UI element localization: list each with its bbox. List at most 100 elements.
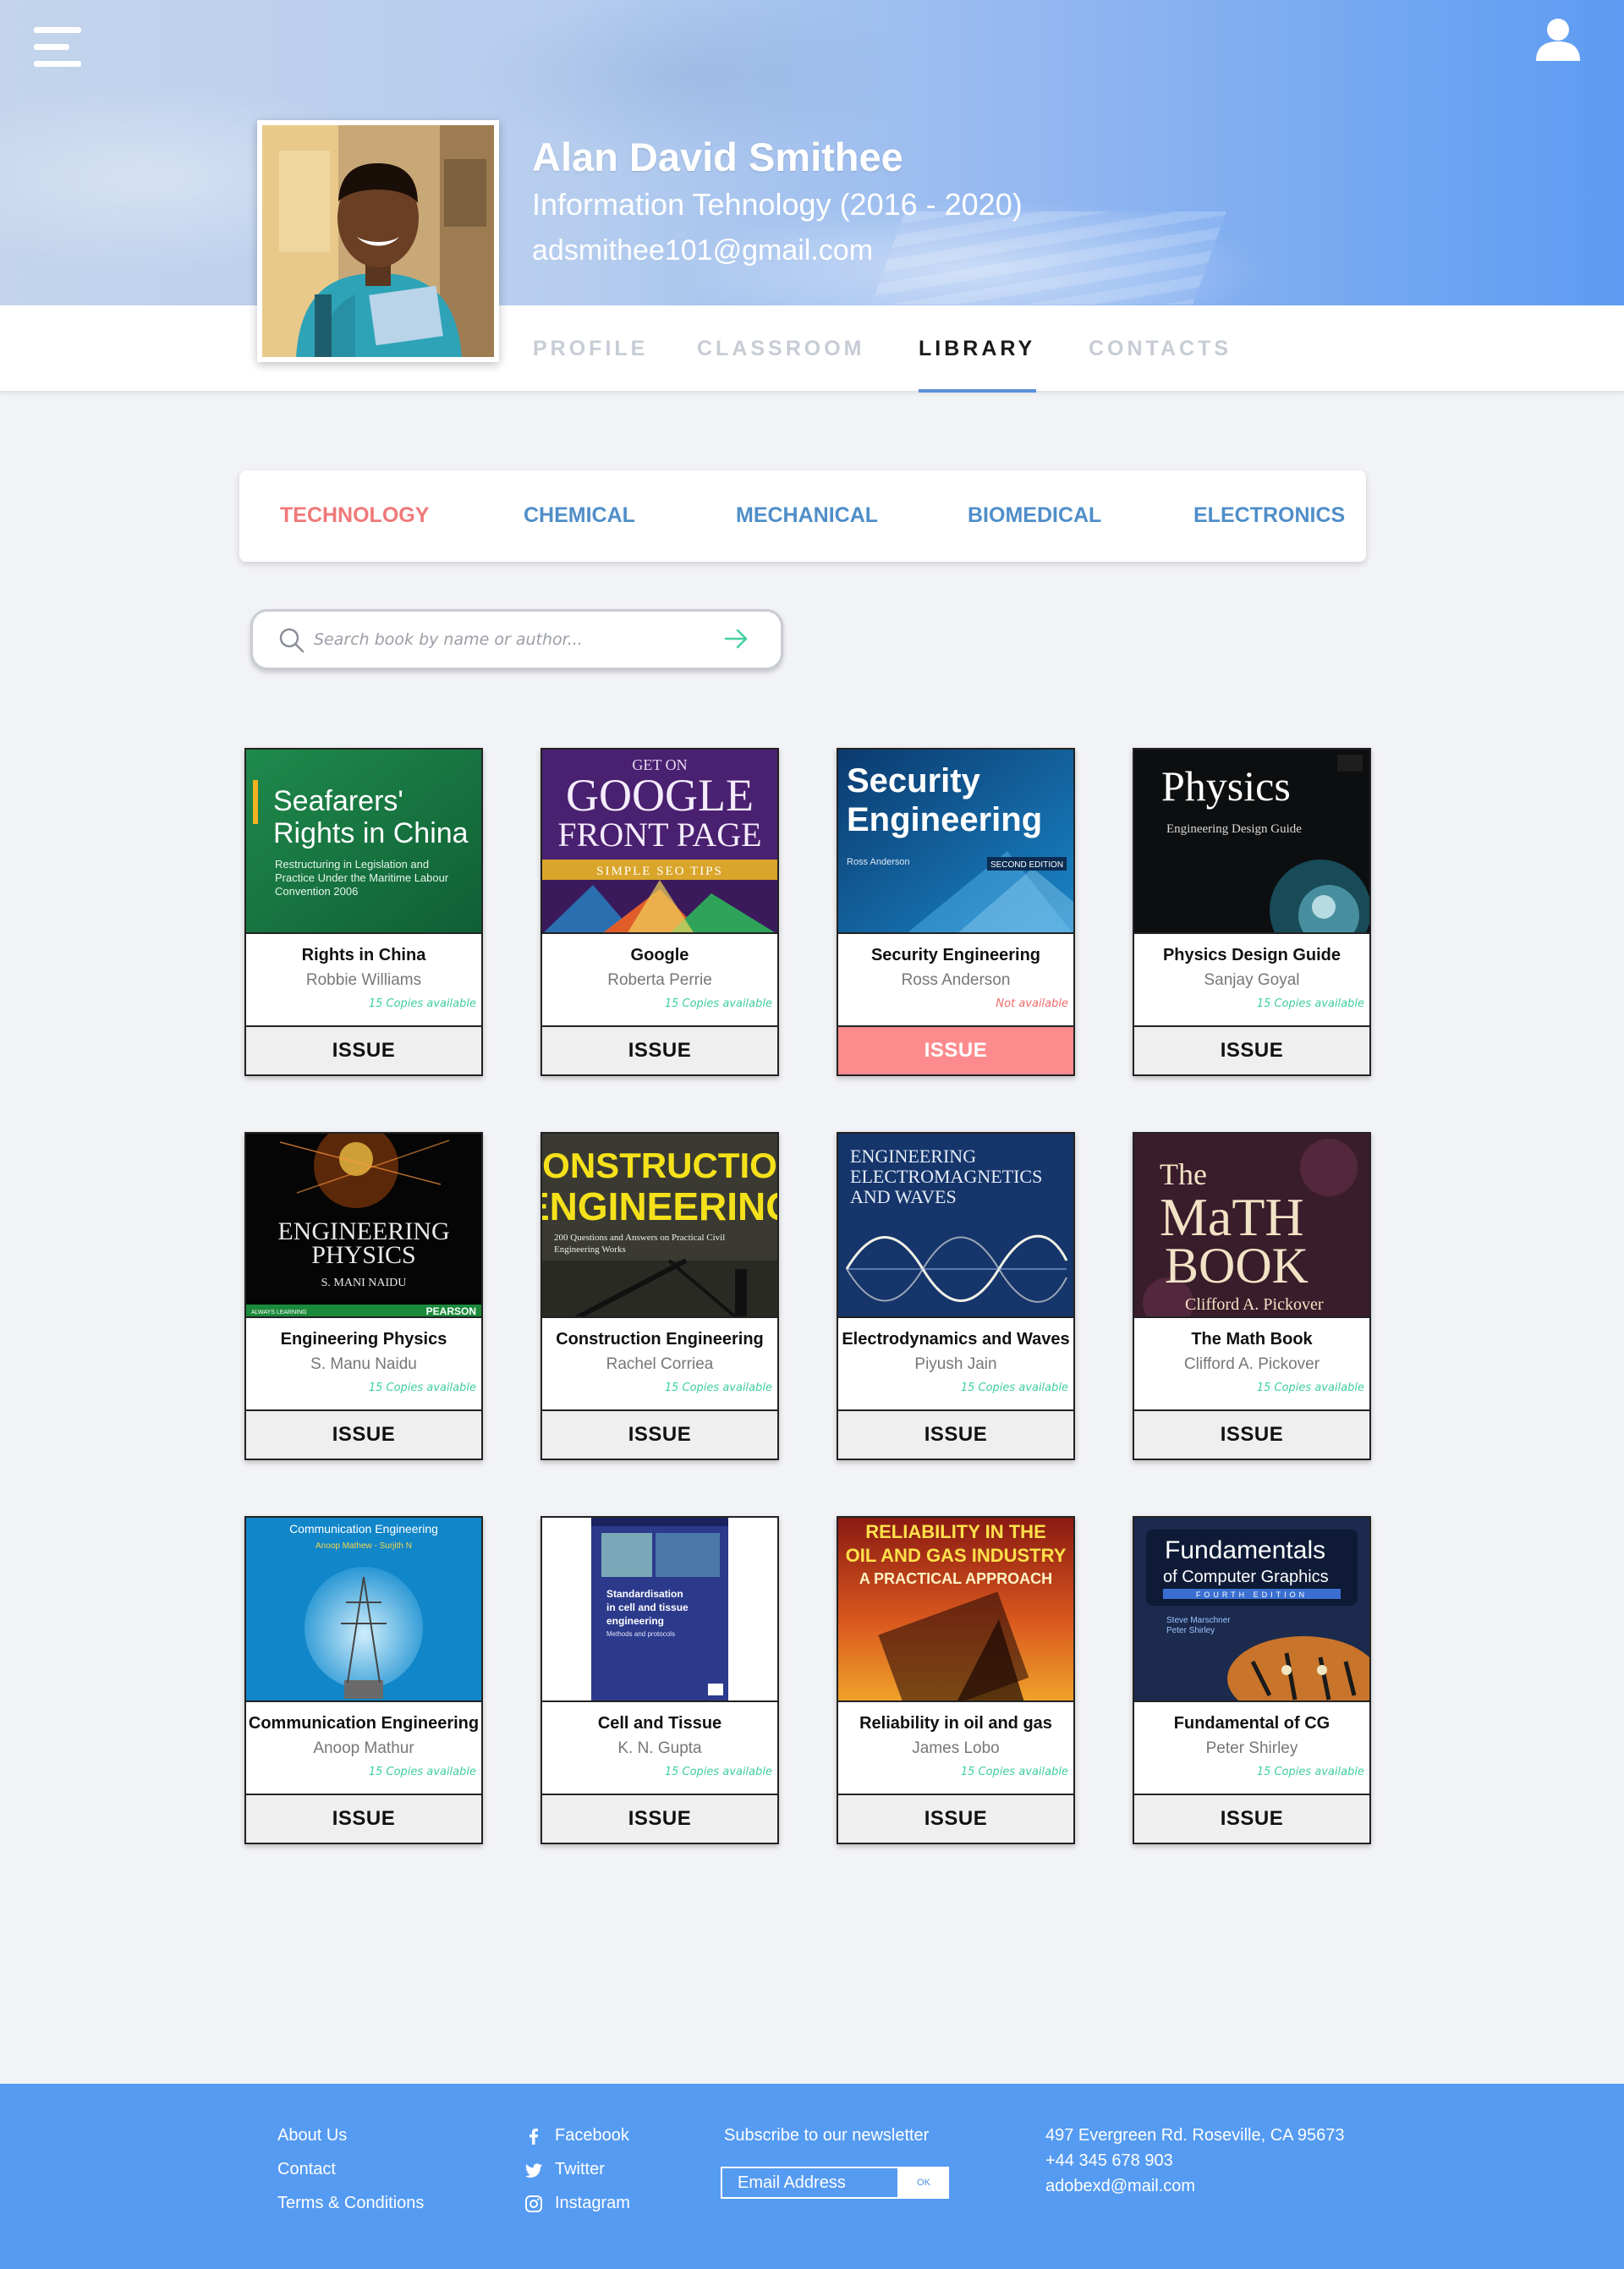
svg-text:OIL AND GAS INDUSTRY: OIL AND GAS INDUSTRY xyxy=(846,1545,1067,1566)
book-title: Rights in China xyxy=(301,946,426,964)
book-title: Communication Engineering xyxy=(248,1714,480,1733)
footer-phone: +44 345 678 903 xyxy=(1045,2151,1173,2170)
book-cover: Physics Engineering Design Guide xyxy=(1134,750,1369,934)
student-course: Information Tehnology (2016 - 2020) xyxy=(532,187,1023,222)
footer-email[interactable]: adobexd@mail.com xyxy=(1045,2177,1195,2196)
svg-text:ENGINEERING: ENGINEERING xyxy=(542,1184,777,1228)
svg-text:Convention 2006: Convention 2006 xyxy=(275,885,358,898)
book-title: Cell and Tissue xyxy=(597,1714,722,1733)
issue-button[interactable]: ISSUE xyxy=(246,1025,481,1074)
book-cover: Fundamentals of Computer Graphics FOURTH… xyxy=(1134,1518,1369,1702)
book-author: James Lobo xyxy=(912,1739,1000,1757)
twitter-icon[interactable] xyxy=(524,2161,543,2184)
issue-button[interactable]: ISSUE xyxy=(246,1794,481,1843)
svg-text:RELIABILITY IN THE: RELIABILITY IN THE xyxy=(865,1521,1046,1542)
book-title: Google xyxy=(630,946,689,964)
category-mechanical[interactable]: MECHANICAL xyxy=(736,503,878,528)
book-author: K. N. Gupta xyxy=(617,1739,702,1757)
book-author: Peter Shirley xyxy=(1205,1739,1298,1757)
svg-text:Clifford A. Pickover: Clifford A. Pickover xyxy=(1185,1295,1324,1314)
book-card: RELIABILITY IN THE OIL AND GAS INDUSTRY … xyxy=(837,1516,1075,1844)
newsletter-email-input[interactable] xyxy=(721,2167,899,2199)
svg-text:200 Questions and Answers on P: 200 Questions and Answers on Practical C… xyxy=(554,1233,725,1243)
svg-text:FOURTH EDITION: FOURTH EDITION xyxy=(1196,1590,1308,1599)
book-author: Anoop Mathur xyxy=(313,1739,414,1757)
svg-text:Engineering: Engineering xyxy=(847,801,1042,838)
svg-text:S. MANI NAIDU: S. MANI NAIDU xyxy=(321,1277,407,1289)
book-cover: Standardisation in cell and tissue engin… xyxy=(542,1518,777,1702)
issue-button[interactable]: ISSUE xyxy=(838,1025,1073,1074)
footer-link-terms[interactable]: Terms & Conditions xyxy=(277,2194,424,2213)
issue-button[interactable]: ISSUE xyxy=(838,1409,1073,1459)
issue-button[interactable]: ISSUE xyxy=(1134,1794,1369,1843)
footer-link-about[interactable]: About Us xyxy=(277,2126,347,2145)
availability-status: 15 Copies available xyxy=(960,1766,1068,1778)
hamburger-menu-icon[interactable] xyxy=(34,27,81,68)
svg-text:of Computer Graphics: of Computer Graphics xyxy=(1163,1568,1329,1586)
footer-link-instagram[interactable]: Instagram xyxy=(555,2194,630,2213)
book-author: Sanjay Goyal xyxy=(1204,971,1300,989)
book-card: Physics Engineering Design Guide Physics… xyxy=(1133,748,1371,1076)
book-card: ENGINEERING ELECTROMAGNETICS AND WAVES E… xyxy=(837,1132,1075,1460)
book-author: Robbie Williams xyxy=(305,971,422,989)
issue-button[interactable]: ISSUE xyxy=(542,1409,777,1459)
book-title: Security Engineering xyxy=(870,946,1041,964)
book-card: CONSTRUCTION ENGINEERING 200 Questions a… xyxy=(540,1132,779,1460)
svg-text:ENGINEERING: ENGINEERING xyxy=(850,1145,976,1167)
arrow-right-icon[interactable] xyxy=(723,625,750,657)
facebook-icon[interactable] xyxy=(524,2127,543,2150)
category-biomedical[interactable]: BIOMEDICAL xyxy=(968,503,1101,528)
category-technology[interactable]: TECHNOLOGY xyxy=(280,503,429,528)
svg-text:BOOK: BOOK xyxy=(1165,1238,1309,1294)
book-cover: Security Engineering Ross Anderson SECON… xyxy=(838,750,1073,934)
book-title: Electrodynamics and Waves xyxy=(842,1330,1070,1349)
svg-text:Methods and protocols: Methods and protocols xyxy=(606,1630,675,1638)
student-email: adsmithee101@gmail.com xyxy=(532,234,874,266)
book-cover: GET ON GOOGLE FRONT PAGE SIMPLE SEO TIPS xyxy=(542,750,777,934)
book-cover: RELIABILITY IN THE OIL AND GAS INDUSTRY … xyxy=(838,1518,1073,1702)
availability-status: 15 Copies available xyxy=(1256,997,1364,1010)
availability-status: 15 Copies available xyxy=(960,1382,1068,1394)
svg-text:Engineering Works: Engineering Works xyxy=(554,1244,626,1255)
instagram-icon[interactable] xyxy=(524,2195,543,2217)
book-cover: The MaTH BOOK Clifford A. Pickover xyxy=(1134,1134,1369,1318)
availability-status: 15 Copies available xyxy=(368,1382,476,1394)
footer-link-facebook[interactable]: Facebook xyxy=(555,2126,629,2145)
book-author: Ross Anderson xyxy=(901,971,1011,989)
svg-text:Peter Shirley: Peter Shirley xyxy=(1166,1626,1215,1635)
availability-status: 15 Copies available xyxy=(664,1766,772,1778)
book-card: ENGINEERING PHYSICS S. MANI NAIDU ALWAYS… xyxy=(244,1132,483,1460)
active-tab-indicator xyxy=(919,389,1036,393)
book-title: Fundamental of CG xyxy=(1173,1714,1330,1733)
issue-button[interactable]: ISSUE xyxy=(246,1409,481,1459)
tab-profile[interactable]: PROFILE xyxy=(533,337,648,361)
issue-button[interactable]: ISSUE xyxy=(542,1794,777,1843)
issue-button[interactable]: ISSUE xyxy=(1134,1025,1369,1074)
book-card: The MaTH BOOK Clifford A. Pickover The M… xyxy=(1133,1132,1371,1460)
availability-status: 15 Copies available xyxy=(664,997,772,1010)
svg-text:Communication Engineering: Communication Engineering xyxy=(289,1522,438,1536)
svg-text:SECOND EDITION: SECOND EDITION xyxy=(990,860,1063,870)
tab-classroom[interactable]: CLASSROOM xyxy=(697,337,865,361)
user-account-icon[interactable] xyxy=(1534,15,1582,63)
tab-contacts[interactable]: CONTACTS xyxy=(1089,337,1232,361)
svg-text:Security: Security xyxy=(847,762,981,799)
category-chemical[interactable]: CHEMICAL xyxy=(524,503,635,528)
book-author: S. Manu Naidu xyxy=(310,1355,417,1373)
category-electronics[interactable]: ELECTRONICS xyxy=(1193,503,1345,528)
issue-button[interactable]: ISSUE xyxy=(1134,1409,1369,1459)
book-author: Piyush Jain xyxy=(914,1355,997,1373)
svg-text:Rights in China: Rights in China xyxy=(273,817,469,849)
tab-library[interactable]: LIBRARY xyxy=(919,337,1035,361)
issue-button[interactable]: ISSUE xyxy=(838,1794,1073,1843)
search-input[interactable] xyxy=(314,624,694,656)
svg-text:Steve Marschner: Steve Marschner xyxy=(1166,1616,1231,1625)
svg-text:Engineering Design Guide: Engineering Design Guide xyxy=(1166,822,1302,836)
svg-text:CONSTRUCTION: CONSTRUCTION xyxy=(542,1145,777,1185)
footer-link-contact[interactable]: Contact xyxy=(277,2160,336,2179)
newsletter-submit-button[interactable]: OK xyxy=(898,2167,949,2199)
svg-text:A PRACTICAL APPROACH: A PRACTICAL APPROACH xyxy=(859,1570,1052,1587)
footer-link-twitter[interactable]: Twitter xyxy=(555,2160,605,2179)
svg-text:ALWAYS LEARNING: ALWAYS LEARNING xyxy=(251,1310,307,1316)
issue-button[interactable]: ISSUE xyxy=(542,1025,777,1074)
